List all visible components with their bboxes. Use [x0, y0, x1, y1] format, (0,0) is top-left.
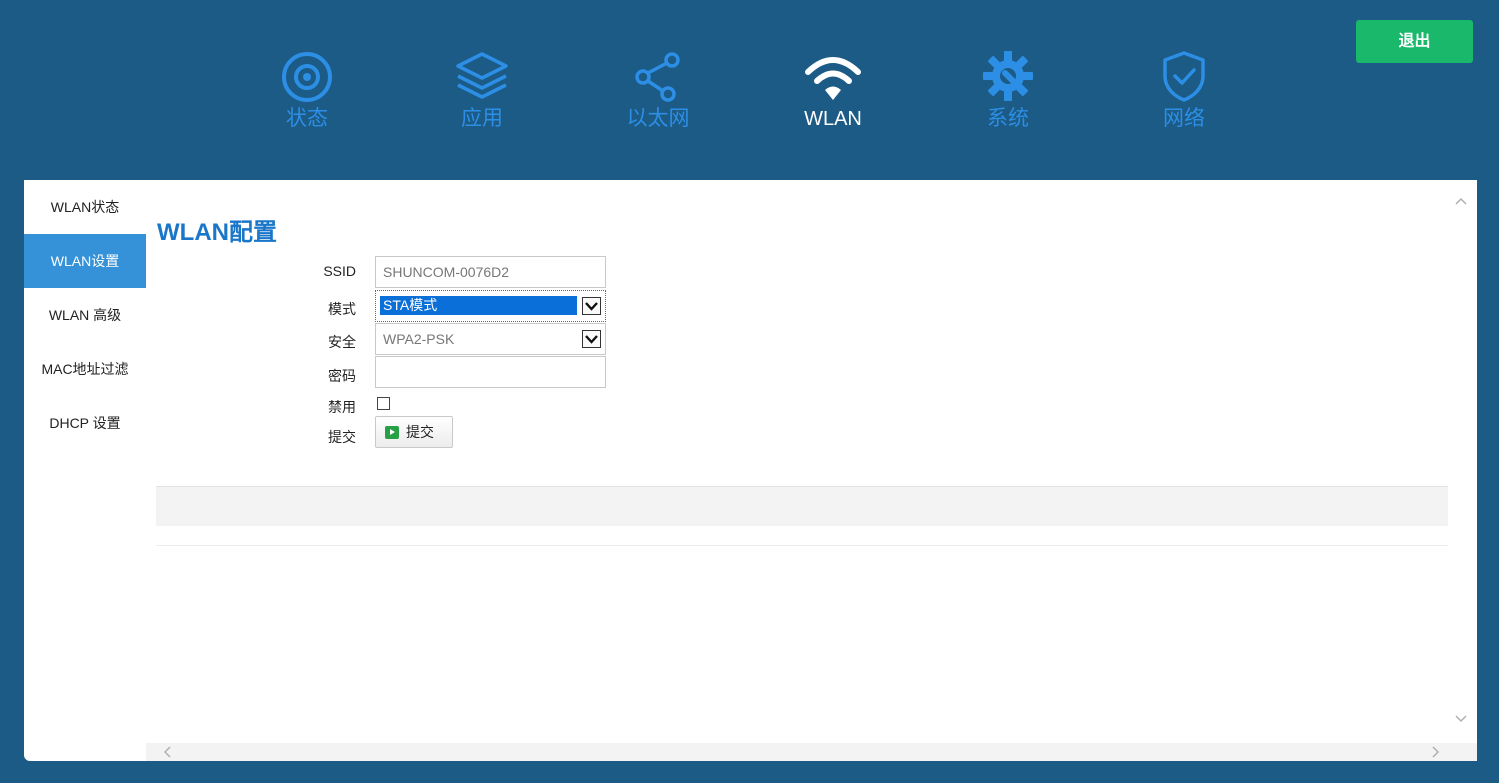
- submit-button[interactable]: 提交: [375, 416, 453, 448]
- horizontal-scrollbar[interactable]: [146, 743, 1477, 761]
- security-selected-value: WPA2-PSK: [383, 331, 455, 347]
- submit-label: 提交: [328, 429, 356, 445]
- nav-ethernet[interactable]: 以太网: [603, 50, 713, 130]
- nav-apps[interactable]: 应用: [427, 50, 537, 130]
- status-band: [156, 486, 1448, 526]
- top-nav: 状态 应用 以太网 WLAN 系统 网络 退出: [0, 0, 1499, 180]
- divider: [156, 545, 1448, 546]
- submit-button-label: 提交: [406, 424, 434, 440]
- scroll-down-icon[interactable]: [1454, 712, 1468, 728]
- mode-selected-value: STA模式: [380, 296, 577, 315]
- ssid-label: SSID: [323, 263, 356, 279]
- status-radio-icon: [282, 52, 332, 102]
- gear-icon: [983, 51, 1033, 101]
- sidebar-item-mac-filter[interactable]: MAC地址过滤: [24, 342, 146, 396]
- sidebar-item-wlan-advanced[interactable]: WLAN 高级: [24, 288, 146, 342]
- nav-label-apps: 应用: [461, 107, 503, 130]
- sidebar-item-wlan-settings[interactable]: WLAN设置: [24, 234, 146, 288]
- layers-icon: [456, 52, 508, 99]
- password-input[interactable]: [375, 356, 606, 388]
- security-select[interactable]: WPA2-PSK: [375, 323, 606, 355]
- chevron-down-icon[interactable]: [582, 330, 601, 348]
- sidebar-item-dhcp[interactable]: DHCP 设置: [24, 396, 146, 450]
- ssid-input[interactable]: SHUNCOM-0076D2: [375, 256, 606, 288]
- nav-status[interactable]: 状态: [252, 50, 362, 130]
- sidebar: WLAN状态 WLAN设置 WLAN 高级 MAC地址过滤 DHCP 设置: [24, 180, 146, 761]
- nav-label-ethernet: 以太网: [626, 107, 690, 130]
- chevron-down-icon[interactable]: [582, 297, 601, 315]
- scroll-left-icon[interactable]: [162, 745, 172, 763]
- nav-label-network: 网络: [1163, 107, 1205, 130]
- wifi-icon: [805, 57, 861, 100]
- nav-label-wlan: WLAN: [804, 108, 862, 130]
- nav-network[interactable]: 网络: [1129, 50, 1239, 130]
- shield-check-icon: [1163, 51, 1205, 102]
- security-label: 安全: [328, 334, 356, 350]
- mode-label: 模式: [328, 301, 356, 317]
- play-icon: [385, 426, 399, 439]
- vertical-scrollbar[interactable]: [1448, 180, 1477, 743]
- mode-select[interactable]: STA模式: [375, 290, 606, 322]
- share-nodes-icon: [635, 52, 680, 102]
- scroll-up-icon[interactable]: [1454, 194, 1468, 210]
- main-panel: WLAN配置 SSID SHUNCOM-0076D2 模式 STA模式 安全 W…: [146, 180, 1477, 761]
- nav-label-system: 系统: [987, 107, 1029, 130]
- nav-label-status: 状态: [286, 107, 328, 130]
- nav-wlan[interactable]: WLAN: [778, 50, 888, 130]
- nav-system[interactable]: 系统: [953, 50, 1063, 130]
- sidebar-item-wlan-status[interactable]: WLAN状态: [24, 180, 146, 234]
- password-label: 密码: [328, 368, 356, 384]
- disable-checkbox[interactable]: [377, 397, 390, 410]
- page-title: WLAN配置: [157, 219, 277, 246]
- disable-label: 禁用: [328, 399, 356, 415]
- logout-button[interactable]: 退出: [1356, 20, 1473, 63]
- scroll-right-icon[interactable]: [1431, 745, 1441, 763]
